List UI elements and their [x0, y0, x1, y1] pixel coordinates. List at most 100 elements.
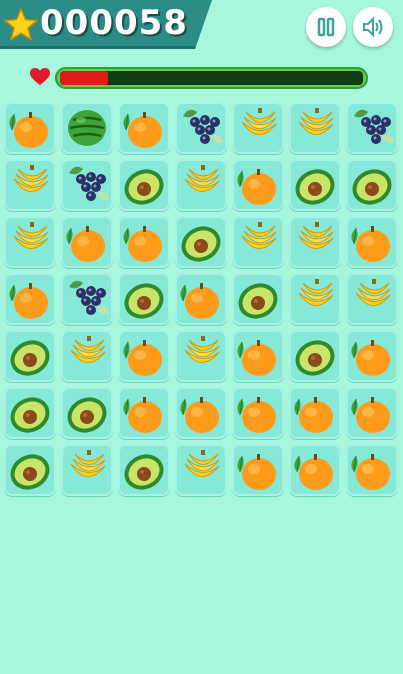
- avocado-icon: [295, 340, 335, 376]
- orange-icon: [66, 226, 105, 262]
- orange-icon: [351, 397, 390, 433]
- banana-icon: [298, 222, 334, 249]
- star-icon: [4, 7, 38, 41]
- tile[interactable]: [4, 444, 56, 496]
- orange-icon: [294, 454, 333, 490]
- grapes-icon: [69, 166, 109, 201]
- tile[interactable]: [232, 444, 284, 496]
- pause-icon: [317, 17, 335, 37]
- banana-icon: [184, 450, 220, 477]
- banana-icon: [13, 165, 49, 192]
- heart-icon: [30, 68, 50, 85]
- orange-icon: [123, 226, 162, 262]
- tile[interactable]: [4, 102, 56, 154]
- tile[interactable]: [118, 159, 170, 211]
- tile[interactable]: [118, 387, 170, 439]
- tile[interactable]: [346, 273, 398, 325]
- avocado-icon: [238, 283, 278, 319]
- banana-icon: [70, 336, 106, 363]
- game-board: [4, 102, 400, 496]
- timer-track: [60, 71, 363, 85]
- banana-icon: [184, 336, 220, 363]
- avocado-icon: [352, 169, 392, 205]
- tile[interactable]: [61, 273, 113, 325]
- avocado-icon: [295, 169, 335, 205]
- watermelon-icon: [68, 110, 106, 146]
- orange-icon: [9, 112, 48, 148]
- pause-button[interactable]: [306, 7, 346, 47]
- orange-icon: [351, 454, 390, 490]
- tile[interactable]: [232, 159, 284, 211]
- orange-icon: [237, 454, 276, 490]
- banana-icon: [298, 279, 334, 306]
- tile[interactable]: [289, 102, 341, 154]
- tile[interactable]: [175, 216, 227, 268]
- tile[interactable]: [289, 216, 341, 268]
- banana-icon: [184, 165, 220, 192]
- tile[interactable]: [4, 159, 56, 211]
- sound-button[interactable]: [353, 7, 393, 47]
- avocado-icon: [67, 397, 107, 433]
- tile[interactable]: [61, 159, 113, 211]
- tile[interactable]: [61, 216, 113, 268]
- tile[interactable]: [289, 273, 341, 325]
- tile[interactable]: [118, 102, 170, 154]
- tile[interactable]: [175, 387, 227, 439]
- tile[interactable]: [289, 330, 341, 382]
- tile[interactable]: [232, 273, 284, 325]
- tile[interactable]: [232, 387, 284, 439]
- tile[interactable]: [289, 444, 341, 496]
- avocado-icon: [10, 454, 50, 490]
- orange-icon: [180, 397, 219, 433]
- orange-icon: [9, 283, 48, 319]
- tile[interactable]: [61, 387, 113, 439]
- banana-icon: [241, 222, 277, 249]
- banana-icon: [70, 450, 106, 477]
- avocado-icon: [124, 169, 164, 205]
- tile[interactable]: [4, 330, 56, 382]
- score-value: 000058: [40, 3, 188, 43]
- tile[interactable]: [346, 159, 398, 211]
- banana-icon: [241, 108, 277, 135]
- timer-bar: [55, 67, 368, 89]
- timer-fill: [60, 71, 109, 85]
- tile[interactable]: [232, 102, 284, 154]
- grapes-icon: [69, 280, 109, 315]
- avocado-icon: [124, 454, 164, 490]
- tile[interactable]: [346, 330, 398, 382]
- banana-icon: [355, 279, 391, 306]
- orange-icon: [351, 340, 390, 376]
- orange-icon: [351, 226, 390, 262]
- tile[interactable]: [346, 102, 398, 154]
- tile[interactable]: [289, 387, 341, 439]
- tile[interactable]: [346, 387, 398, 439]
- tile[interactable]: [232, 216, 284, 268]
- tile[interactable]: [4, 387, 56, 439]
- tile[interactable]: [118, 273, 170, 325]
- orange-icon: [123, 112, 162, 148]
- tile[interactable]: [61, 444, 113, 496]
- avocado-icon: [10, 340, 50, 376]
- orange-icon: [237, 340, 276, 376]
- grapes-icon: [354, 109, 394, 144]
- tile[interactable]: [118, 216, 170, 268]
- tile[interactable]: [4, 273, 56, 325]
- score-panel: 000058: [0, 0, 212, 49]
- tile[interactable]: [175, 273, 227, 325]
- tile[interactable]: [175, 159, 227, 211]
- tile[interactable]: [289, 159, 341, 211]
- tile[interactable]: [118, 330, 170, 382]
- tile[interactable]: [118, 444, 170, 496]
- tile[interactable]: [175, 102, 227, 154]
- speaker-icon: [363, 16, 383, 38]
- avocado-icon: [124, 283, 164, 319]
- tile[interactable]: [232, 330, 284, 382]
- tile[interactable]: [61, 330, 113, 382]
- tile[interactable]: [346, 444, 398, 496]
- tile[interactable]: [175, 330, 227, 382]
- tile[interactable]: [4, 216, 56, 268]
- orange-icon: [180, 283, 219, 319]
- tile[interactable]: [175, 444, 227, 496]
- tile[interactable]: [61, 102, 113, 154]
- tile[interactable]: [346, 216, 398, 268]
